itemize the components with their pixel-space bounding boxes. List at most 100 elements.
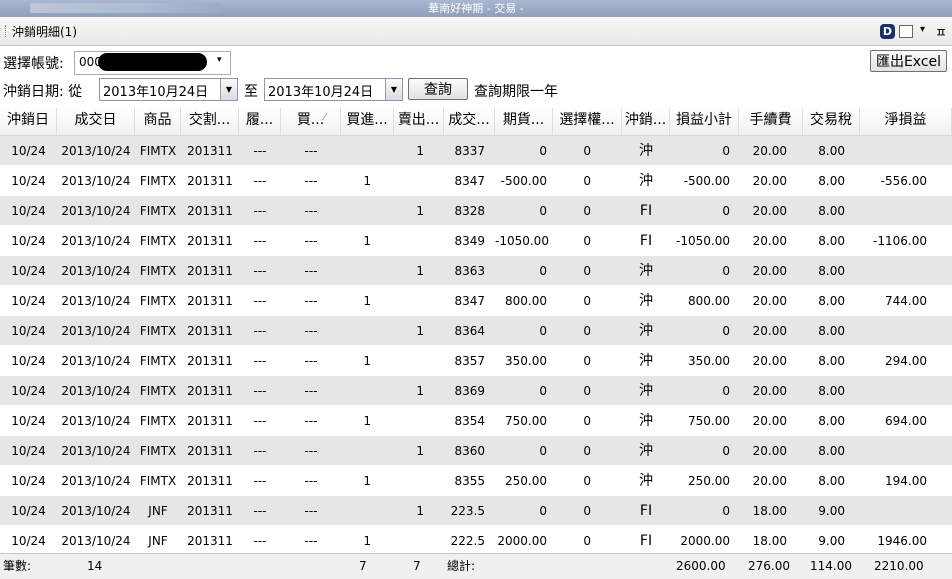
cell-net-pnl: -1106.00 xyxy=(873,234,927,248)
cell-delivery-month: 201311 xyxy=(187,534,233,548)
table-row[interactable]: 10/24 2013/10/24 FIMTX 201311 --- --- 1 8355 250… xyxy=(0,466,952,496)
column-header-trade-date[interactable]: 成交日 xyxy=(57,108,135,135)
date-to-dropdown-icon[interactable]: ▼ xyxy=(385,79,402,100)
date-from-picker[interactable]: 2013年10月24日 ▼ xyxy=(99,78,238,101)
column-header-tax[interactable]: 交易稅 xyxy=(803,108,860,135)
count-value: 14 xyxy=(87,559,103,573)
cell-offset-type: 沖 xyxy=(639,383,653,399)
cell-trade-price: 8364 xyxy=(454,324,485,338)
column-header-product[interactable]: 商品 xyxy=(135,108,181,135)
table-row[interactable]: 10/24 2013/10/24 FIMTX 201311 --- --- 1 8347 800… xyxy=(0,286,952,316)
cell-fee: 20.00 xyxy=(752,444,787,458)
fee-total: 276.00 xyxy=(748,559,790,573)
cell-contract: --- xyxy=(253,234,267,248)
cell-pnl-subtotal: 350.00 xyxy=(688,354,730,368)
query-button[interactable]: 查詢 xyxy=(408,78,468,100)
cell-buy-sell: --- xyxy=(304,144,318,158)
cell-futures-pnl: 800.00 xyxy=(505,294,547,308)
cell-trade-date: 2013/10/24 xyxy=(61,534,131,548)
panel-tab-bar: 沖銷明細(1) D ▾ ㅍ xyxy=(0,17,952,46)
cell-settle-date: 10/24 xyxy=(11,234,46,248)
column-header-sell-qty[interactable]: 賣出... xyxy=(394,108,444,135)
cell-delivery-month: 201311 xyxy=(187,264,233,278)
table-row[interactable]: 10/24 2013/10/24 JNF 201311 --- --- 1 222.5 2000… xyxy=(0,526,952,556)
cell-pnl-subtotal: 250.00 xyxy=(688,474,730,488)
cell-product: FIMTX xyxy=(139,414,177,428)
cell-options-pnl: 0 xyxy=(583,264,591,278)
export-excel-button[interactable]: 匯出Excel xyxy=(870,50,947,72)
cell-options-pnl: 0 xyxy=(583,534,591,548)
date-from-dropdown-icon[interactable]: ▼ xyxy=(220,79,237,100)
column-header-settle-date[interactable]: 沖銷日 xyxy=(0,108,57,135)
grip-icon[interactable] xyxy=(5,25,8,37)
cell-futures-pnl: 350.00 xyxy=(505,354,547,368)
cell-tax: 8.00 xyxy=(818,324,845,338)
table-row[interactable]: 10/24 2013/10/24 FIMTX 201311 --- --- 1 8360 0 0 沖… xyxy=(0,436,952,466)
table-row[interactable]: 10/24 2013/10/24 FIMTX 201311 --- --- 1 8328 0 0 F… xyxy=(0,196,952,226)
table-row[interactable]: 10/24 2013/10/24 JNF 201311 --- --- 1 223.5 0 0 FI… xyxy=(0,496,952,526)
cell-tax: 8.00 xyxy=(818,234,845,248)
table-row[interactable]: 10/24 2013/10/24 FIMTX 201311 --- --- 1 8349 -10… xyxy=(0,226,952,256)
table-row[interactable]: 10/24 2013/10/24 FIMTX 201311 --- --- 1 8354 750… xyxy=(0,406,952,436)
account-select[interactable]: 000 ▾ xyxy=(74,51,231,75)
column-header-trade-price[interactable]: 成交... xyxy=(444,108,495,135)
cell-trade-price: 223.5 xyxy=(450,504,485,518)
cell-offset-type: FI xyxy=(639,533,653,549)
column-header-futures-pnl[interactable]: 期貨... xyxy=(495,108,553,135)
column-header-delivery-month[interactable]: 交割... xyxy=(181,108,239,135)
table-row[interactable]: 10/24 2013/10/24 FIMTX 201311 --- --- 1 8347 -50… xyxy=(0,166,952,196)
cell-futures-pnl: 0 xyxy=(539,144,547,158)
column-header-fee[interactable]: 手續費 xyxy=(739,108,803,135)
cell-pnl-subtotal: 0 xyxy=(722,264,730,278)
cell-net-pnl xyxy=(860,316,952,346)
cell-delivery-month: 201311 xyxy=(187,444,233,458)
table-row[interactable]: 10/24 2013/10/24 FIMTX 201311 --- --- 1 8363 0 0 沖… xyxy=(0,256,952,286)
chevron-down-icon[interactable]: ▾ xyxy=(920,24,925,35)
column-header-buy-sell[interactable]: 買... xyxy=(281,108,341,135)
cell-buy-sell: --- xyxy=(304,294,318,308)
table-row[interactable]: 10/24 2013/10/24 FIMTX 201311 --- --- 1 8337 0 0 沖… xyxy=(0,136,952,166)
cell-options-pnl: 0 xyxy=(583,384,591,398)
column-header-pnl-subtotal[interactable]: 損益小計 xyxy=(670,108,739,135)
column-header-buy-qty[interactable]: 買進... xyxy=(341,108,394,135)
cell-tax: 9.00 xyxy=(818,504,845,518)
cell-trade-date: 2013/10/24 xyxy=(61,504,131,518)
cell-product: FIMTX xyxy=(139,234,177,248)
cell-offset-type: 沖 xyxy=(639,353,653,369)
cell-settle-date: 10/24 xyxy=(11,534,46,548)
cell-delivery-month: 201311 xyxy=(187,504,233,518)
table-row[interactable]: 10/24 2013/10/24 FIMTX 201311 --- --- 1 8369 0 0 沖… xyxy=(0,376,952,406)
column-header-contract[interactable]: 履... xyxy=(239,108,281,135)
date-to-value: 2013年10月24日 xyxy=(268,85,374,100)
cell-tax: 8.00 xyxy=(818,144,845,158)
column-header-offset-type[interactable]: 沖銷... xyxy=(622,108,670,135)
cell-net-pnl xyxy=(860,496,952,526)
table-row[interactable]: 10/24 2013/10/24 FIMTX 201311 --- --- 1 8364 0 0 沖… xyxy=(0,316,952,346)
cell-sell-qty xyxy=(394,526,444,556)
cell-trade-price: 222.5 xyxy=(450,534,485,548)
cell-sell-qty: 1 xyxy=(416,204,424,218)
cell-buy-qty xyxy=(341,496,394,526)
cell-pnl-subtotal: 0 xyxy=(722,444,730,458)
cell-settle-date: 10/24 xyxy=(11,204,46,218)
cell-tax: 8.00 xyxy=(818,384,845,398)
cell-settle-date: 10/24 xyxy=(11,174,46,188)
window-icon[interactable] xyxy=(899,25,913,38)
cell-trade-price: 8337 xyxy=(454,144,485,158)
d-logo-icon[interactable]: D xyxy=(880,24,895,39)
cell-trade-date: 2013/10/24 xyxy=(61,444,131,458)
cell-buy-sell: --- xyxy=(304,354,318,368)
column-header-net-pnl[interactable]: 淨損益 xyxy=(860,108,952,135)
sort-indicator-icon: ⁄ xyxy=(324,112,326,123)
cell-buy-qty: 1 xyxy=(363,234,371,248)
date-to-picker[interactable]: 2013年10月24日 ▼ xyxy=(264,78,403,101)
pin-icon[interactable]: ㅍ xyxy=(935,22,947,41)
tab-title[interactable]: 沖銷明細(1) xyxy=(12,23,77,40)
cell-contract: --- xyxy=(253,384,267,398)
account-dropdown-icon[interactable]: ▾ xyxy=(217,55,222,65)
column-header-options-pnl[interactable]: 選擇權... xyxy=(553,108,622,135)
table-row[interactable]: 10/24 2013/10/24 FIMTX 201311 --- --- 1 8357 350… xyxy=(0,346,952,376)
cell-trade-date: 2013/10/24 xyxy=(61,354,131,368)
cell-contract: --- xyxy=(253,504,267,518)
cell-product: FIMTX xyxy=(139,474,177,488)
